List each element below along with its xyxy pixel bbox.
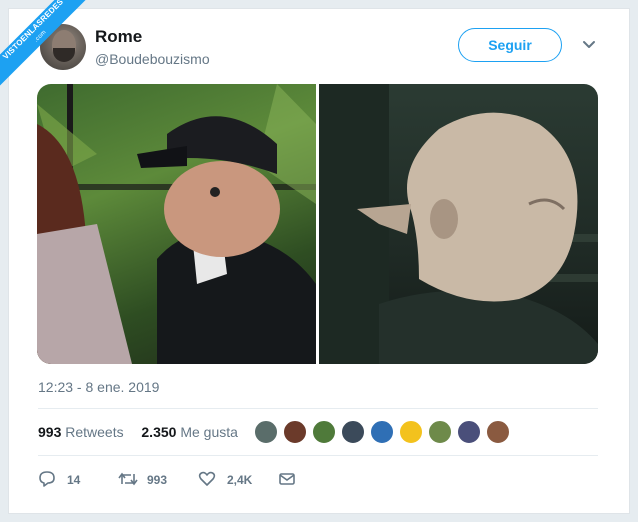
retweets-label[interactable]: Retweets [65,424,123,440]
liker-avatar[interactable] [399,420,423,444]
caret-down-icon[interactable] [582,40,596,50]
tweet-stats: 993 Retweets 2.350 Me gusta [38,424,238,440]
retweet-count: 993 [147,473,168,487]
liker-avatar[interactable] [254,420,278,444]
liker-avatar[interactable] [283,420,307,444]
liker-avatar[interactable] [486,420,510,444]
heart-icon [198,471,216,486]
like-count: 2,4K [227,473,253,487]
liker-avatar[interactable] [312,420,336,444]
user-handle[interactable]: @Boudebouzismo [95,51,210,67]
tweet-photo-right[interactable] [319,84,598,364]
photo-right-illustration [319,84,598,364]
retweets-count[interactable]: 993 [38,424,61,440]
liker-avatar[interactable] [428,420,452,444]
photo-left-illustration [37,84,316,364]
tweet-timestamp[interactable]: 12:23 - 8 ene. 2019 [38,379,159,395]
likes-label[interactable]: Me gusta [180,424,238,440]
user-name[interactable]: Rome [95,27,142,47]
liker-avatar[interactable] [370,420,394,444]
avatar-beard [53,48,75,62]
liker-avatar[interactable] [457,420,481,444]
tweet-photo-left[interactable] [37,84,316,364]
follow-button[interactable]: Seguir [458,28,562,62]
divider [38,455,598,456]
mail-icon [279,473,295,485]
reply-count: 14 [67,473,81,487]
retweet-icon [118,472,138,486]
divider [38,408,598,409]
reply-icon [39,471,55,487]
liker-avatar[interactable] [341,420,365,444]
likes-count[interactable]: 2.350 [141,424,176,440]
